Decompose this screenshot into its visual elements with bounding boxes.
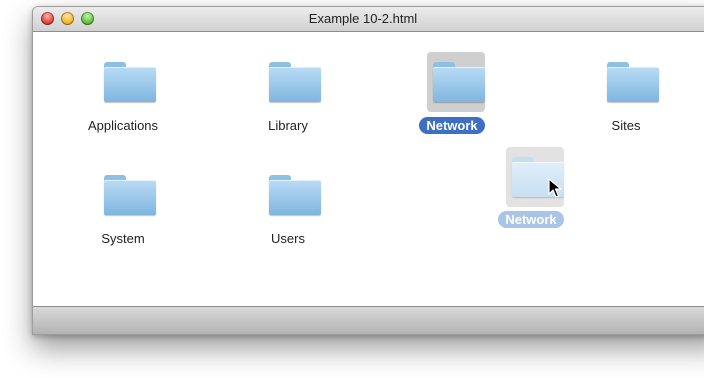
folder-label: Applications <box>87 118 159 133</box>
folder-label: Library <box>268 118 308 133</box>
folder-label: Users <box>271 231 305 246</box>
folder-item-applications[interactable]: Applications <box>63 50 183 140</box>
folder-item-library[interactable]: Library <box>228 50 348 140</box>
folder-icon <box>433 62 485 102</box>
title-bar[interactable]: Example 10-2.html <box>33 7 704 32</box>
drag-ghost-network: Network <box>471 145 591 235</box>
mouse-pointer-icon <box>548 178 562 198</box>
folder-item-system[interactable]: System <box>63 163 183 253</box>
status-bar <box>33 306 704 334</box>
folder-label: System <box>101 231 145 246</box>
folder-item-users[interactable]: Users <box>228 163 348 253</box>
folder-icon <box>269 62 321 102</box>
drag-ghost-label: Network <box>498 211 564 228</box>
folder-item-sites[interactable]: Sites <box>566 50 686 140</box>
icon-view[interactable]: Applications Library Network Sites Syste… <box>33 32 704 306</box>
folder-label: Sites <box>611 118 641 133</box>
folder-item-network[interactable]: Network <box>392 50 512 140</box>
folder-icon <box>607 62 659 102</box>
folder-icon <box>104 175 156 215</box>
folder-icon <box>104 62 156 102</box>
finder-window: Example 10-2.html Applications Library N… <box>32 6 704 335</box>
window-title: Example 10-2.html <box>308 11 418 26</box>
folder-icon <box>269 175 321 215</box>
folder-label: Network <box>419 117 485 134</box>
